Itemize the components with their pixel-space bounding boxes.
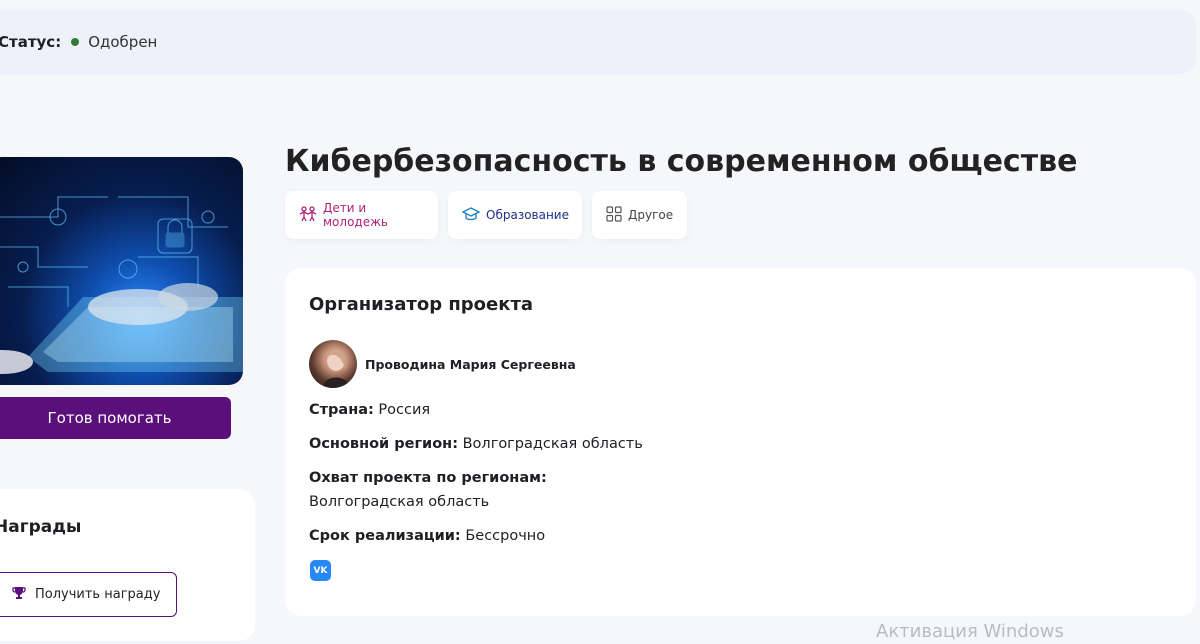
- project-image: [0, 157, 243, 385]
- tag-children-youth[interactable]: Дети и молодежь: [285, 191, 438, 239]
- graduation-cap-icon: [461, 206, 481, 225]
- children-icon: [299, 205, 317, 225]
- tag-other[interactable]: Другое: [592, 191, 687, 239]
- trophy-icon: [11, 585, 27, 605]
- status-label: Статус:: [0, 33, 62, 51]
- category-tags: Дети и молодежь Образование Другое: [285, 191, 687, 239]
- project-title: Кибербезопасность в современном обществе: [285, 144, 1078, 179]
- reach-value: Волгоградская область: [309, 494, 490, 510]
- ready-to-help-button[interactable]: Готов помогать: [0, 397, 231, 439]
- term-label: Срок реализации:: [309, 528, 461, 544]
- avatar[interactable]: [309, 340, 357, 388]
- country-label: Страна:: [309, 402, 374, 418]
- status-dot-icon: [71, 38, 80, 46]
- get-award-button[interactable]: Получить награду: [0, 572, 177, 617]
- term-field: Срок реализации: Бессрочно: [309, 528, 545, 544]
- tag-education[interactable]: Образование: [448, 191, 582, 239]
- region-value: Волгоградская область: [462, 436, 643, 452]
- awards-card: Награды Получить награду: [0, 489, 255, 641]
- cybersecurity-illustration: [0, 196, 243, 374]
- term-value: Бессрочно: [465, 528, 546, 544]
- tag-label: Другое: [628, 208, 674, 222]
- country-field: Страна: Россия: [309, 402, 430, 418]
- organizer-name[interactable]: Проводина Мария Сергеевна: [365, 357, 576, 372]
- grid-icon: [606, 205, 622, 225]
- tag-label: Дети и молодежь: [323, 201, 388, 229]
- vk-icon[interactable]: VK: [310, 560, 331, 581]
- region-label: Основной регион:: [309, 436, 458, 452]
- get-award-label: Получить награду: [35, 587, 161, 602]
- reach-label: Охват проекта по регионам:: [309, 470, 547, 486]
- awards-title: Награды: [0, 517, 82, 537]
- tag-label: Образование: [486, 208, 569, 222]
- windows-activation-watermark: Активация Windows: [876, 621, 1064, 642]
- region-field: Основной регион: Волгоградская область: [309, 436, 643, 452]
- country-value: Россия: [378, 402, 431, 418]
- organizer-card: Организатор проекта Проводина Мария Серг…: [285, 268, 1196, 616]
- organizer-title: Организатор проекта: [309, 294, 534, 315]
- status-value: Одобрен: [88, 33, 158, 51]
- status-bar: Статус: Одобрен: [0, 10, 1196, 74]
